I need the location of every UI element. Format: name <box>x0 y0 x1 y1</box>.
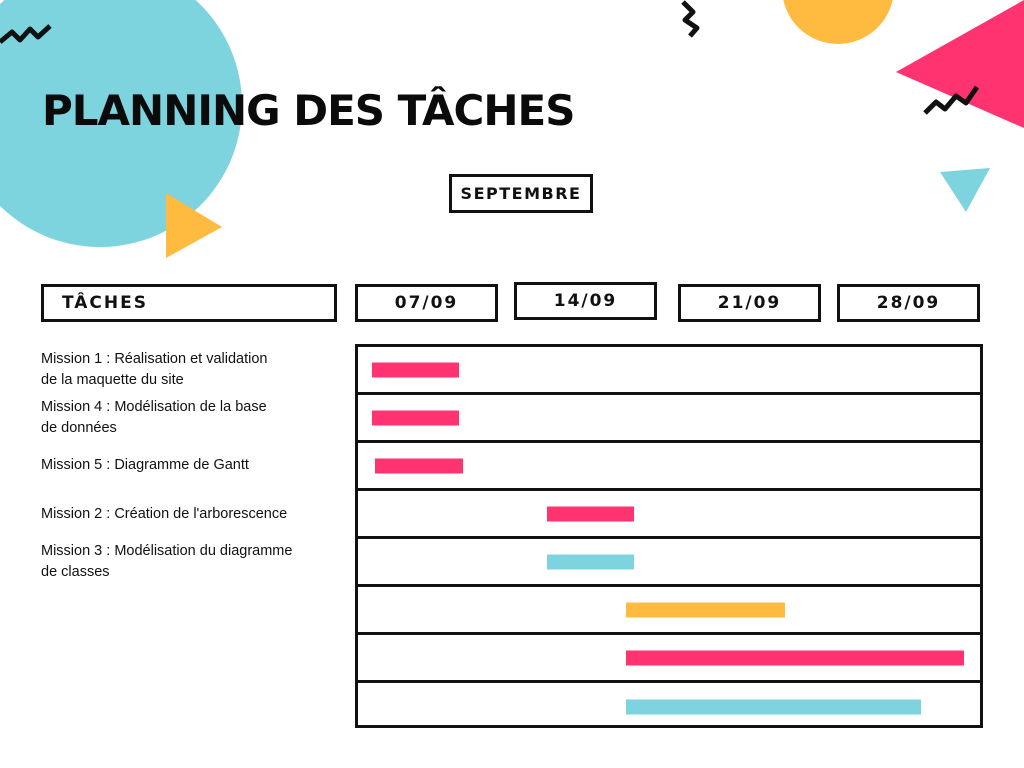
gantt-row <box>358 587 980 635</box>
task-bar <box>372 410 460 425</box>
gantt-row <box>358 635 980 683</box>
tasks-header: TÂCHES <box>41 284 337 322</box>
gantt-row <box>358 395 980 443</box>
gantt-row <box>358 683 980 731</box>
task-bar <box>626 699 921 715</box>
gantt-row <box>358 491 980 539</box>
yellow-circle-shape <box>783 0 893 44</box>
task-bar <box>626 650 964 665</box>
pink-triangle-shape <box>896 0 1024 128</box>
task-bar <box>375 458 463 473</box>
task-label: Mission 2 : Création de l'arborescence <box>41 506 288 522</box>
week-label: 07/09 <box>355 284 498 322</box>
task-bar <box>626 602 786 617</box>
gantt-row <box>358 539 980 587</box>
blue-triangle-shape <box>940 168 990 212</box>
task-bar <box>546 506 635 521</box>
zigzag-shape <box>681 0 700 38</box>
task-label: Mission 3 : Modélisation du diagramme de… <box>41 543 293 580</box>
week-label: 28/09 <box>837 284 980 322</box>
task-label: Mission 5 : Diagramme de Gantt <box>41 457 249 473</box>
week-label: 21/09 <box>678 284 821 322</box>
task-bar <box>372 362 460 377</box>
task-label: Mission 4 : Modélisation de la base de d… <box>41 399 267 436</box>
week-label: 14/09 <box>514 282 657 320</box>
page-title: PLANNING DES TÂCHES <box>42 86 575 135</box>
month-label: SEPTEMBRE <box>449 174 593 213</box>
task-bar <box>546 554 635 569</box>
task-label: Mission 1 : Réalisation et validation de… <box>41 351 268 388</box>
gantt-row <box>358 347 980 395</box>
gantt-row <box>358 443 980 491</box>
gantt-grid <box>355 344 983 728</box>
